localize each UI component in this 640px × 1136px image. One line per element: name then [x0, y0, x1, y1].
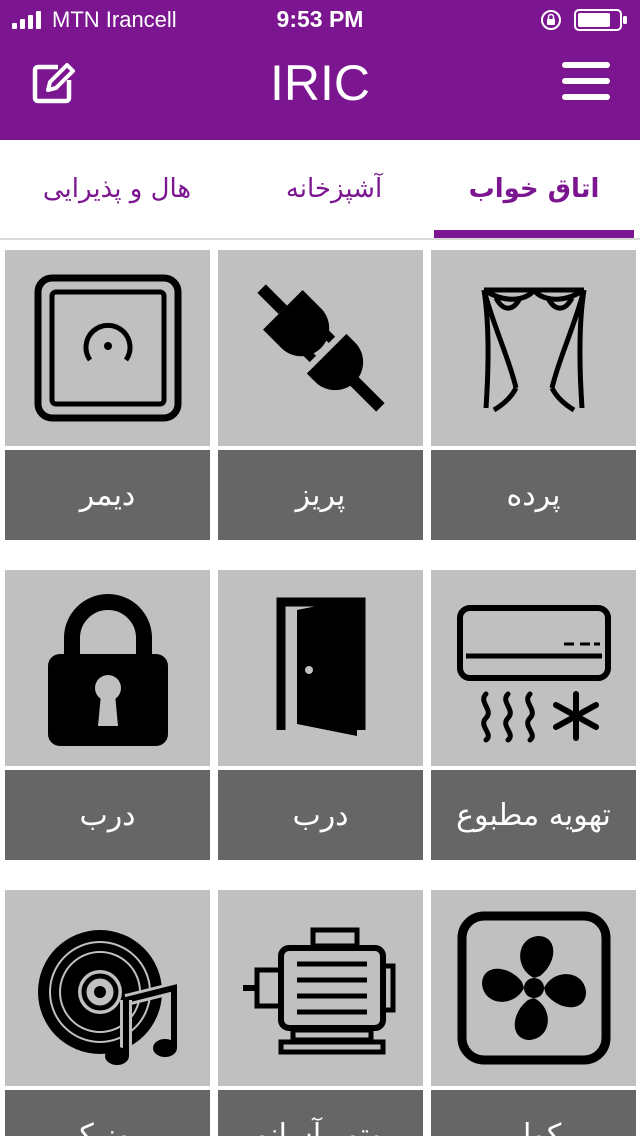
device-icon-box[interactable] [5, 250, 210, 446]
plug-icon [256, 284, 385, 412]
battery-icon [574, 9, 627, 31]
device-label[interactable]: پریز [218, 450, 423, 540]
dimmer-icon [34, 274, 181, 422]
room-tabs: اتاق خواب آشپزخانه هال و پذیرایی [0, 140, 640, 240]
door-icon [276, 597, 365, 736]
music-disc-icon [37, 930, 180, 1065]
app-title: IRIC [270, 55, 370, 111]
device-icon-box[interactable] [5, 890, 210, 1086]
status-bar: MTN Irancell 9:53 PM [0, 0, 640, 40]
app-header: MTN Irancell 9:53 PM IRIC [0, 0, 640, 140]
padlock-icon [47, 594, 168, 746]
device-icon-box[interactable] [431, 570, 636, 766]
tab-bedroom[interactable]: اتاق خواب [434, 140, 634, 238]
device-label[interactable]: درب [218, 770, 423, 860]
device-label[interactable]: موزیک [5, 1090, 210, 1136]
device-icon-box[interactable] [431, 890, 636, 1086]
device-icon-box[interactable] [431, 250, 636, 446]
motor-icon [242, 927, 395, 1055]
hamburger-menu-icon[interactable] [558, 56, 614, 106]
device-icon-box[interactable] [218, 890, 423, 1086]
device-icon-box[interactable] [218, 250, 423, 446]
nav-bar: IRIC [0, 40, 640, 140]
tab-kitchen[interactable]: آشپزخانه [234, 140, 434, 238]
edit-icon[interactable] [28, 58, 78, 108]
device-label[interactable]: تهویه مطبوع [431, 770, 636, 860]
orientation-lock-icon [541, 10, 561, 30]
device-label[interactable]: موتور آسانور [218, 1090, 423, 1136]
device-label[interactable]: درب [5, 770, 210, 860]
device-label[interactable]: پرده [431, 450, 636, 540]
air-conditioner-icon [456, 605, 611, 743]
tab-living-room[interactable]: هال و پذیرایی [0, 140, 234, 238]
fan-icon [457, 911, 610, 1065]
curtain-icon [481, 287, 586, 413]
device-icon-box[interactable] [218, 570, 423, 766]
device-icon-box[interactable] [5, 570, 210, 766]
device-label[interactable]: دیمر [5, 450, 210, 540]
active-tab-indicator [434, 230, 634, 238]
device-label[interactable]: کولر [431, 1090, 636, 1136]
